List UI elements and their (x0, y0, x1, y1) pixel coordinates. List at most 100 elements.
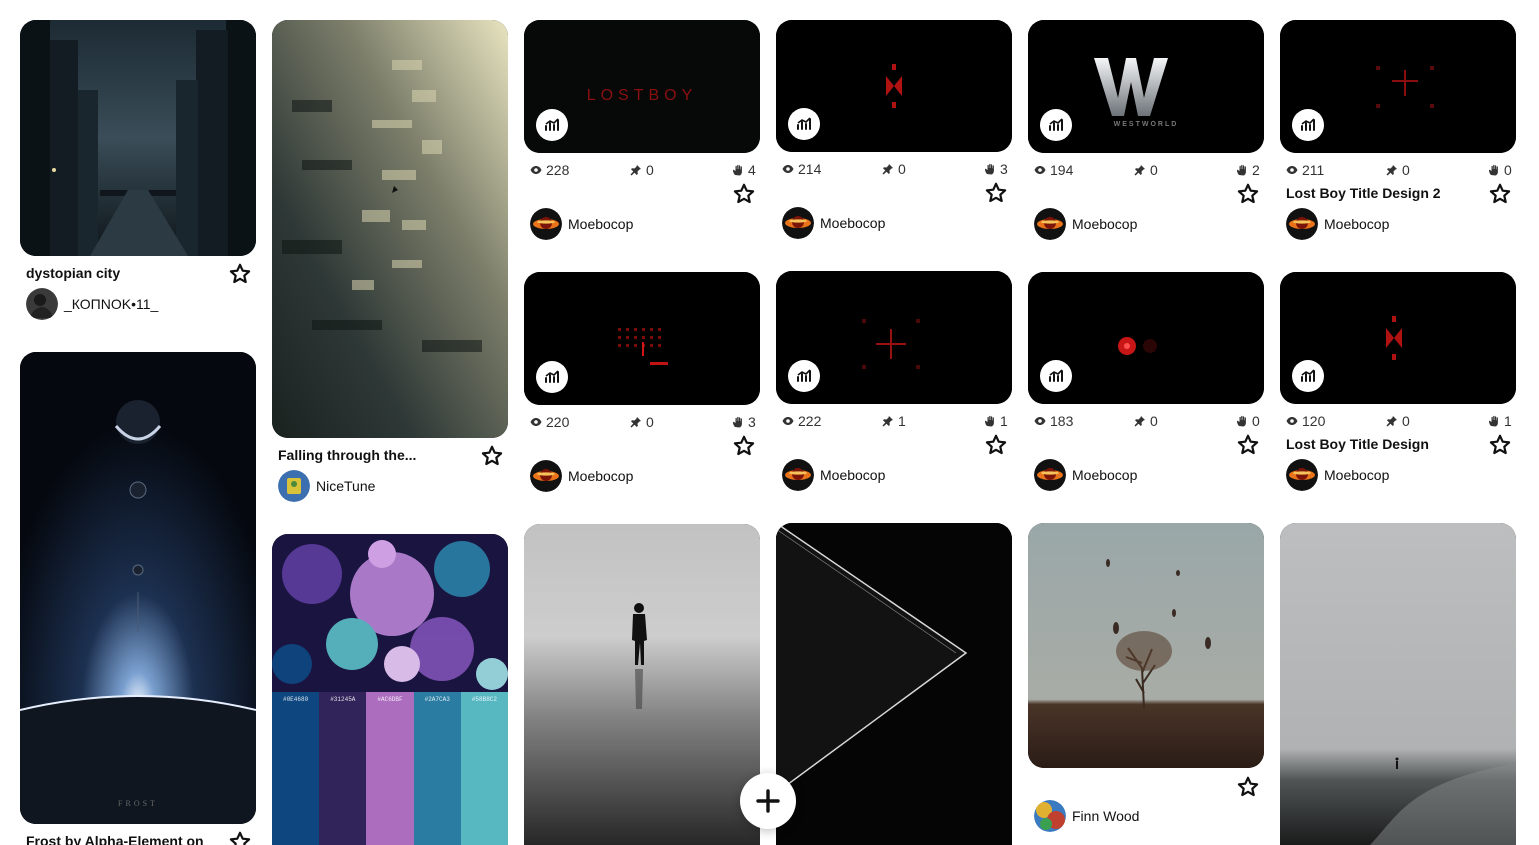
pin-figure-in-fog[interactable] (524, 524, 760, 845)
pin-lostboy-wordmark[interactable]: LOSTBOY 228 0 4 Moebocop (524, 20, 760, 246)
avatar[interactable] (1286, 208, 1318, 240)
palette-floral-image (272, 534, 508, 694)
avatar[interactable] (782, 459, 814, 491)
pushpin-icon (882, 163, 894, 175)
save-star-button[interactable] (1236, 775, 1260, 799)
falling-city-image (272, 20, 508, 438)
pin-lostboy-title[interactable]: 120 0 1 Lost Boy Title Design Moebocop (1280, 272, 1516, 498)
pin-title[interactable]: Lost Boy Title Design 2 (1286, 185, 1441, 201)
stats-button[interactable] (1040, 109, 1072, 141)
stats-button[interactable] (1292, 109, 1324, 141)
pin-title[interactable]: Lost Boy Title Design (1286, 436, 1429, 452)
stats-button[interactable] (1040, 360, 1072, 392)
pin-author[interactable]: Moebocop (1286, 459, 1389, 491)
pin-dark-triangle[interactable] (776, 523, 1012, 845)
eye-icon (782, 163, 794, 175)
pin-author[interactable]: NiceTune (278, 470, 375, 502)
avatar-image (26, 288, 58, 320)
stats-button[interactable] (536, 361, 568, 393)
avatar[interactable] (26, 288, 58, 320)
save-star-button[interactable] (480, 444, 504, 468)
save-star-button[interactable] (732, 182, 756, 206)
pin-finn-wood[interactable]: Finn Wood (1028, 523, 1264, 845)
save-star-button[interactable] (228, 262, 252, 286)
avatar[interactable] (1034, 208, 1066, 240)
stat-views: 222 (782, 413, 821, 429)
pin-author[interactable]: _КОПNOK•11_ (26, 288, 158, 320)
eye-icon (530, 164, 542, 176)
avatar[interactable] (1286, 459, 1318, 491)
pin-image[interactable]: #0E4680 #31245A #AC6DBF #2A7CA3 #58B8C2 (272, 534, 508, 845)
pin-image[interactable] (1028, 523, 1264, 768)
pin-frost[interactable]: FROST Frost by Alpha-Element on (20, 352, 256, 845)
pin-author[interactable]: Moebocop (1034, 459, 1137, 491)
pin-color-palette[interactable]: #0E4680 #31245A #AC6DBF #2A7CA3 #58B8C2 (272, 534, 508, 845)
add-pin-button[interactable] (740, 773, 796, 829)
pin-image[interactable] (20, 20, 256, 256)
svg-text:WESTWORLD: WESTWORLD (1114, 121, 1179, 128)
pin-dystopian-city[interactable]: dystopian city _КОПNOK•11_ (20, 20, 256, 320)
pin-author[interactable]: Moebocop (782, 459, 885, 491)
avatar[interactable] (1034, 800, 1066, 832)
pin-title[interactable]: Frost by Alpha-Element on (26, 833, 204, 845)
pin-image[interactable] (1280, 523, 1516, 845)
author-name: Finn Wood (1072, 808, 1140, 824)
author-name: Moebocop (1324, 467, 1390, 483)
stats-button[interactable] (1292, 360, 1324, 392)
dark-triangle-image (776, 523, 1012, 845)
pin-westworld[interactable]: WESTWORLD 194 0 2 Moebocop (1028, 20, 1264, 246)
chart-icon (544, 369, 560, 385)
pin-author[interactable]: Moebocop (782, 207, 885, 239)
stat-pins: 0 (1134, 162, 1158, 178)
pin-grid-red[interactable]: 220 0 3 Moebocop (524, 272, 760, 498)
pushpin-icon (882, 415, 894, 427)
pin-author[interactable]: Moebocop (1034, 208, 1137, 240)
plus-icon (756, 789, 780, 813)
star-outline-icon (228, 830, 252, 845)
save-star-button[interactable] (1236, 182, 1260, 206)
pin-author[interactable]: Moebocop (1286, 208, 1389, 240)
foggy-beach-image (1280, 523, 1516, 845)
stat-pins: 0 (630, 414, 654, 430)
pin-image[interactable] (272, 20, 508, 438)
save-star-button[interactable] (1488, 433, 1512, 457)
pin-image[interactable]: FROST (20, 352, 256, 824)
swatch-5: #58B8C2 (460, 692, 508, 845)
save-star-button[interactable] (1236, 433, 1260, 457)
save-star-button[interactable] (984, 181, 1008, 205)
hand-icon (1236, 415, 1248, 427)
avatar[interactable] (278, 470, 310, 502)
pin-bowtie-a[interactable]: 214 0 3 Moebocop (776, 20, 1012, 246)
pin-cross-red[interactable]: 222 1 1 Moebocop (776, 271, 1012, 497)
star-outline-icon (1236, 182, 1260, 206)
stat-saves: 0 (1236, 413, 1260, 429)
pin-title[interactable]: Falling through the... (278, 447, 416, 463)
stats-button[interactable] (788, 108, 820, 140)
avatar[interactable] (782, 207, 814, 239)
swatch-4: #2A7CA3 (413, 692, 461, 845)
hand-icon (1488, 164, 1500, 176)
pin-red-dot[interactable]: 183 0 0 Moebocop (1028, 272, 1264, 498)
save-star-button[interactable] (228, 830, 252, 845)
pin-falling[interactable]: Falling through the... NiceTune (272, 20, 508, 504)
moebocop-avatar (1286, 208, 1318, 240)
pin-author[interactable]: Moebocop (530, 208, 633, 240)
stats-button[interactable] (788, 360, 820, 392)
save-star-button[interactable] (984, 433, 1008, 457)
pin-title[interactable]: dystopian city (26, 265, 120, 281)
pin-image[interactable] (524, 524, 760, 845)
pin-author[interactable]: Finn Wood (1034, 800, 1139, 832)
save-star-button[interactable] (732, 434, 756, 458)
stats-button[interactable] (536, 109, 568, 141)
pin-image[interactable] (776, 523, 1012, 845)
pin-foggy-beach[interactable] (1280, 523, 1516, 845)
tree-field-image (1028, 523, 1264, 768)
swatch-1: #0E4680 (272, 692, 320, 845)
avatar[interactable] (530, 460, 562, 492)
hand-icon (1488, 415, 1500, 427)
save-star-button[interactable] (1488, 182, 1512, 206)
pin-author[interactable]: Moebocop (530, 460, 633, 492)
avatar[interactable] (1034, 459, 1066, 491)
avatar[interactable] (530, 208, 562, 240)
pin-lostboy-title-2[interactable]: 211 0 0 Lost Boy Title Design 2 Moebocop (1280, 20, 1516, 246)
